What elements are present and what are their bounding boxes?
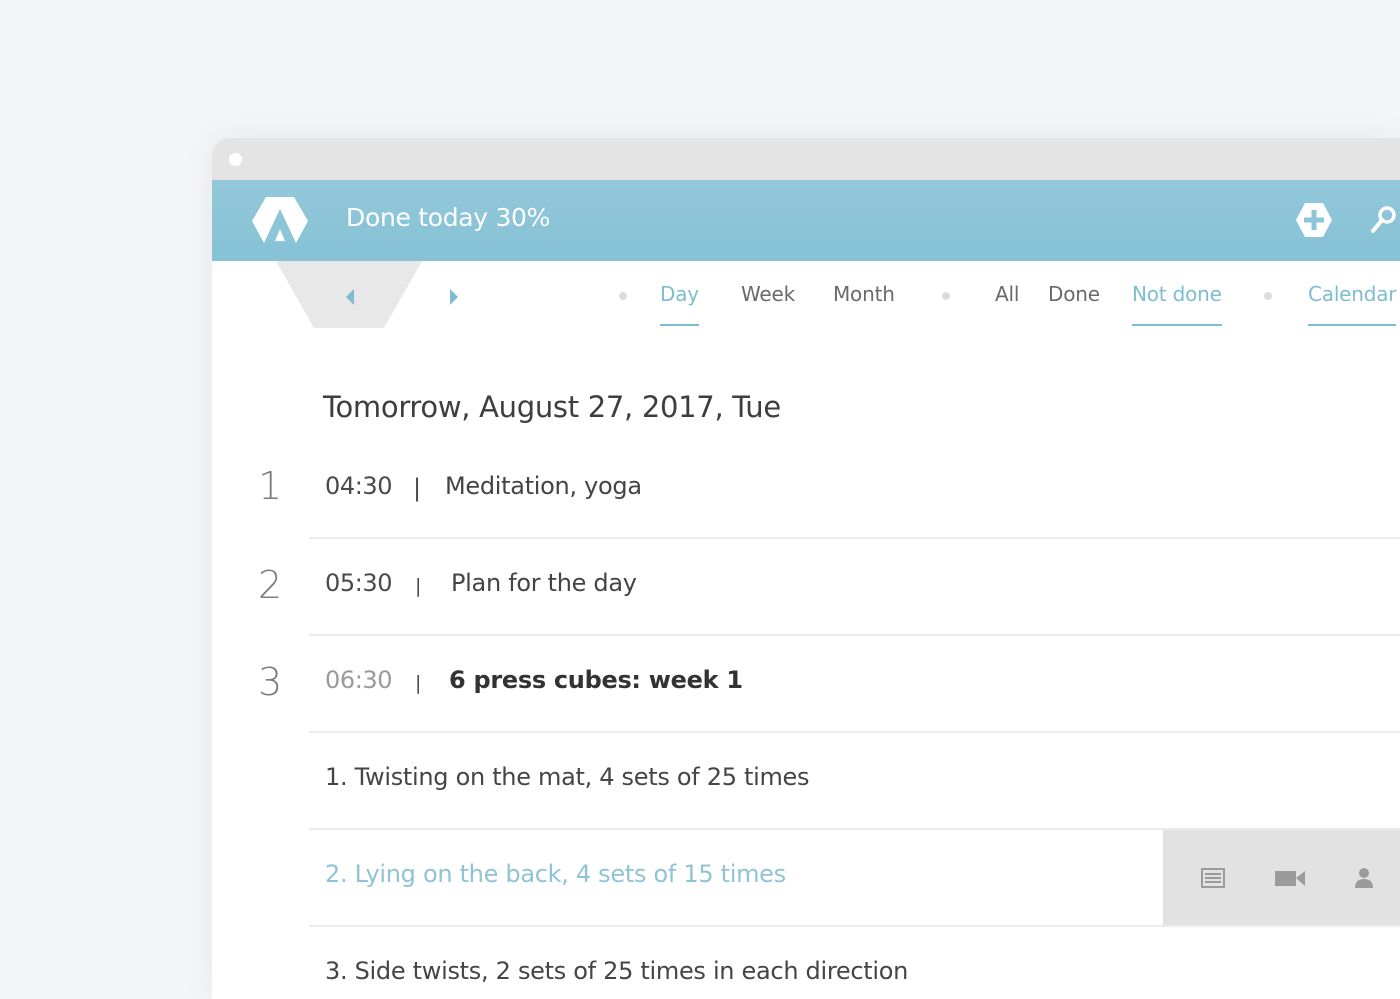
tab-day[interactable]: Day	[660, 282, 699, 326]
chevron-right-icon[interactable]	[444, 285, 464, 309]
time-separator: |	[415, 575, 422, 597]
window-control-dot[interactable]	[229, 153, 242, 166]
task-row[interactable]: 3 06:30 | 6 press cubes: week 1	[258, 636, 1400, 733]
task-list: 1 04:30 | Meditation, yoga 2 05:30 | Pla…	[212, 442, 1400, 999]
tab-month[interactable]: Month	[833, 282, 895, 306]
time-separator: |	[415, 672, 422, 694]
task-time: 05:30	[325, 569, 393, 597]
subtask-row[interactable]: 2. Lying on the back, 4 sets of 15 times	[309, 830, 1400, 927]
subtask-row[interactable]: 3. Side twists, 2 sets of 25 times in ea…	[309, 927, 1400, 999]
title-bar	[212, 138, 1400, 180]
separator-dot	[942, 292, 950, 300]
view-toolbar	[212, 261, 1400, 347]
filter-done[interactable]: Done	[1048, 282, 1100, 306]
task-row[interactable]: 2 05:30 | Plan for the day	[258, 539, 1400, 636]
task-time: 06:30	[325, 666, 393, 694]
filter-not-done[interactable]: Not done	[1132, 282, 1222, 326]
chevron-left-icon[interactable]	[340, 285, 360, 309]
task-number: 3	[258, 660, 283, 704]
active-underline	[1308, 324, 1397, 326]
search-icon[interactable]	[1368, 204, 1398, 236]
page-title: Tomorrow, August 27, 2017, Tue	[323, 390, 781, 424]
person-icon[interactable]	[1353, 866, 1375, 890]
active-underline	[1132, 324, 1222, 326]
row-actions	[1163, 830, 1400, 925]
separator-dot	[619, 292, 627, 300]
logo-icon	[252, 197, 308, 243]
active-underline	[660, 324, 699, 326]
subtask-text: 1. Twisting on the mat, 4 sets of 25 tim…	[325, 763, 810, 791]
subtask-text: 3. Side twists, 2 sets of 25 times in ea…	[325, 957, 909, 985]
task-number: 1	[258, 464, 283, 508]
subtask-link[interactable]: 2. Lying on the back, 4 sets of 15 times	[325, 860, 786, 888]
subtask-row[interactable]: 1. Twisting on the mat, 4 sets of 25 tim…	[309, 733, 1400, 830]
done-today-label: Done today 30%	[346, 203, 551, 232]
time-separator: |	[413, 474, 422, 502]
view-calendar[interactable]: Calendar	[1308, 282, 1397, 326]
app-window: Done today 30% Day Week Month All Done N…	[212, 138, 1400, 999]
separator-dot	[1264, 292, 1272, 300]
app-header: Done today 30%	[212, 180, 1400, 261]
tab-week[interactable]: Week	[741, 282, 795, 306]
filter-all[interactable]: All	[995, 282, 1019, 306]
task-title: 6 press cubes: week 1	[449, 666, 743, 694]
task-title: Plan for the day	[451, 569, 637, 597]
plus-circle-icon[interactable]	[1296, 202, 1332, 238]
task-row[interactable]: 1 04:30 | Meditation, yoga	[258, 442, 1400, 539]
task-time: 04:30	[325, 472, 393, 500]
task-number: 2	[258, 563, 283, 607]
video-icon[interactable]	[1273, 866, 1307, 890]
list-icon[interactable]	[1199, 866, 1227, 890]
task-title: Meditation, yoga	[445, 472, 642, 500]
